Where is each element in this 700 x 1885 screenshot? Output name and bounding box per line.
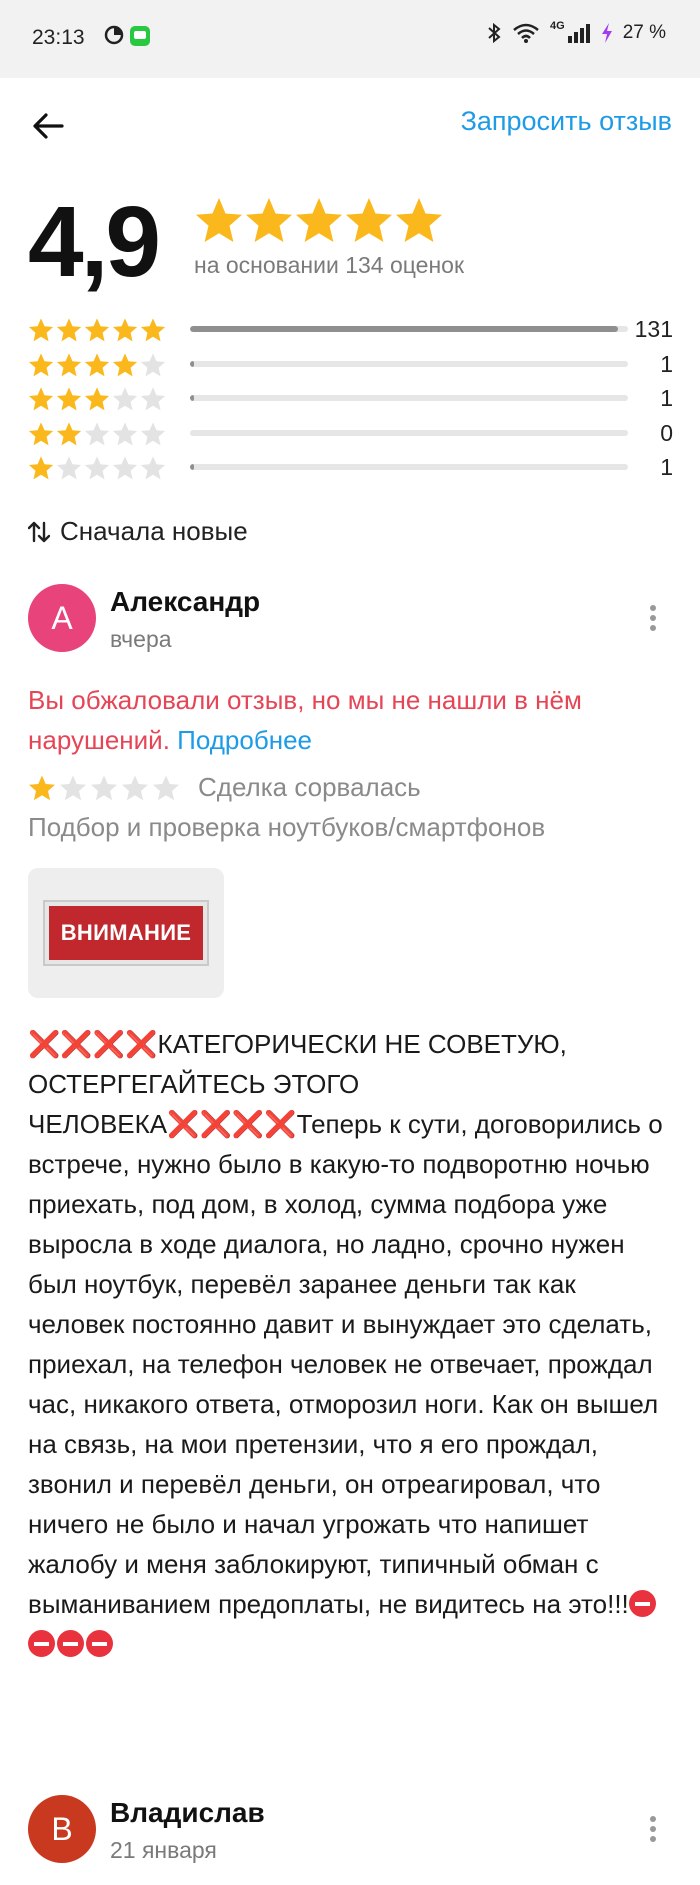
- request-review-button[interactable]: Запросить отзыв: [461, 106, 672, 137]
- rating-distribution: 131 1 1 0 1: [28, 314, 673, 487]
- review-photo[interactable]: ВНИМАНИЕ: [28, 868, 224, 998]
- star-empty-icon: [84, 456, 110, 480]
- appeal-details-link[interactable]: Подробнее: [177, 725, 312, 755]
- star-filled-icon: [28, 318, 54, 342]
- cross-mark-icon: ❌❌❌❌: [167, 1109, 297, 1139]
- star-filled-icon: [56, 387, 82, 411]
- ratings-count-text: на основании 134 оценок: [194, 252, 465, 278]
- distribution-row: 0: [28, 418, 673, 453]
- distribution-count: 1: [660, 350, 673, 377]
- signal-icon: [567, 24, 590, 43]
- distribution-count: 1: [660, 385, 673, 411]
- distribution-row: 1: [28, 452, 673, 487]
- review-text: ❌❌❌❌КАТЕГОРИЧЕСКИ НЕ СОВЕТУЮ, ОСТЕРГЕГАЙ…: [28, 1024, 664, 1664]
- service-name: Подбор и проверка ноутбуков/смартфонов: [28, 812, 546, 842]
- distribution-bar: [190, 326, 628, 332]
- status-time: 23:13: [32, 26, 85, 49]
- avatar[interactable]: В: [28, 1795, 96, 1863]
- distribution-bar-fill: [190, 360, 194, 367]
- star-filled-icon: [84, 352, 110, 376]
- status-bar: 23:13 4G 27 %: [0, 0, 700, 78]
- star-filled-icon: [28, 421, 54, 445]
- reviewer-name: Александр: [110, 586, 261, 617]
- sort-label: Сначала новые: [60, 516, 248, 546]
- review-date: вчера: [110, 626, 172, 652]
- row-stars: [28, 318, 166, 342]
- top-bar: Запросить отзыв: [0, 78, 700, 170]
- messages-icon: [130, 26, 150, 46]
- star-icons: [196, 198, 442, 242]
- review-card: А Александр вчера Вы обжаловали отзыв, н…: [28, 584, 673, 1754]
- star-filled-icon: [140, 318, 166, 342]
- star-empty-icon: [112, 421, 138, 445]
- review-date: 21 января: [110, 1837, 217, 1863]
- distribution-bar: [190, 429, 628, 436]
- appeal-notice: Вы обжаловали отзыв, но мы не нашли в нё…: [28, 680, 668, 760]
- review-card: В Владислав 21 января: [28, 1795, 673, 1885]
- review-rating-stars: [29, 775, 179, 801]
- star-filled-icon: [28, 387, 54, 411]
- sort-icon: [28, 521, 50, 542]
- star-filled-icon: [28, 456, 54, 480]
- no-entry-icon: [28, 1630, 55, 1657]
- review-text-body: Теперь к сути, договорились о встрече, н…: [28, 1109, 670, 1619]
- distribution-bar-fill: [190, 464, 194, 470]
- distribution-count: 131: [634, 316, 673, 342]
- distribution-count: 1: [660, 454, 673, 480]
- star-empty-icon: [140, 456, 166, 480]
- star-empty-icon: [84, 421, 110, 445]
- battery-level: 27 %: [622, 22, 666, 43]
- distribution-bar-fill: [190, 326, 618, 332]
- sync-icon: [104, 25, 124, 45]
- star-empty-icon: [112, 456, 138, 480]
- attention-sign-image: ВНИМАНИЕ: [45, 902, 207, 964]
- star-empty-icon: [112, 387, 138, 411]
- deal-status: Сделка сорвалась: [198, 772, 421, 802]
- no-entry-icon: [628, 1590, 656, 1617]
- no-entry-icon: [86, 1630, 113, 1657]
- distribution-count: 0: [660, 419, 673, 446]
- star-empty-icon: [140, 387, 166, 411]
- distribution-row: 1: [28, 383, 673, 418]
- star-empty-icon: [56, 456, 82, 480]
- row-stars: [28, 387, 166, 411]
- star-filled-icon: [56, 318, 82, 342]
- wifi-icon: [513, 23, 539, 43]
- more-options-icon[interactable]: [647, 1815, 659, 1843]
- star-filled-icon: [56, 352, 82, 376]
- reviewer-name: Владислав: [110, 1797, 265, 1828]
- sort-selector[interactable]: Сначала новые: [28, 516, 248, 547]
- cross-mark-icon: ❌❌❌❌: [28, 1029, 158, 1059]
- star-filled-icon: [84, 387, 110, 411]
- row-stars: [28, 352, 166, 376]
- distribution-bar: [190, 464, 628, 470]
- star-filled-icon: [84, 318, 110, 342]
- back-arrow-icon[interactable]: [28, 106, 68, 146]
- star-filled-icon: [28, 352, 54, 376]
- star-filled-icon: [112, 318, 138, 342]
- status-indicators: 4G 27 %: [486, 20, 666, 44]
- average-rating: 4,9: [28, 186, 161, 298]
- average-rating-stars: [194, 196, 444, 251]
- row-stars: [28, 456, 166, 480]
- network-type: 4G: [550, 20, 565, 32]
- avatar[interactable]: А: [28, 584, 96, 652]
- more-options-icon[interactable]: [647, 604, 659, 632]
- no-entry-icon: [57, 1630, 84, 1657]
- row-stars: [28, 421, 166, 445]
- distribution-bar: [190, 395, 628, 401]
- distribution-bar: [190, 360, 628, 367]
- star-filled-icon: [56, 421, 82, 445]
- star-filled-icon: [112, 352, 138, 376]
- distribution-row: 131: [28, 314, 673, 349]
- distribution-row: 1: [28, 349, 673, 384]
- star-empty-icon: [140, 352, 166, 376]
- star-empty-icon: [140, 421, 166, 445]
- bluetooth-icon: [488, 22, 501, 44]
- charging-icon: [601, 23, 612, 43]
- distribution-bar-fill: [190, 395, 194, 401]
